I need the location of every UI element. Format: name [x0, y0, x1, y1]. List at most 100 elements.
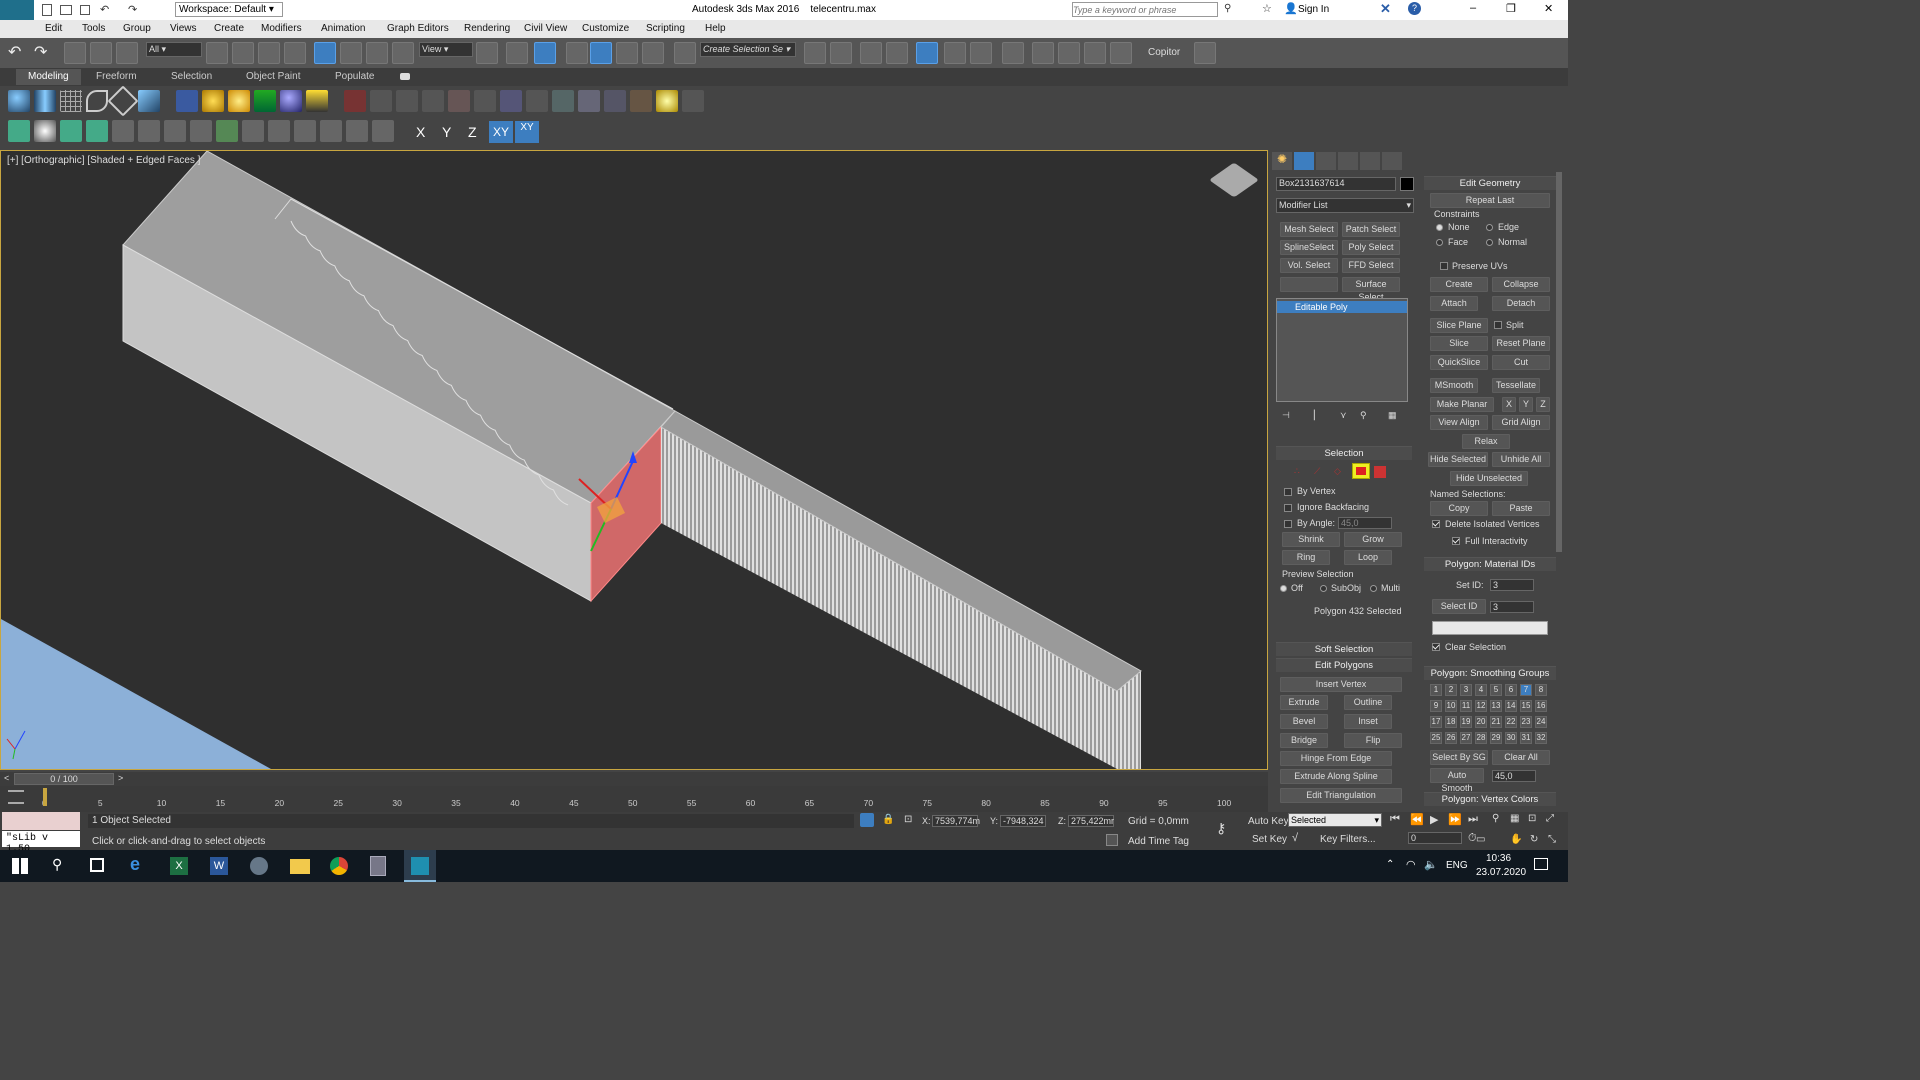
smoothing-group-9[interactable]: 9 [1430, 700, 1442, 712]
smoothing-group-20[interactable]: 20 [1475, 716, 1487, 728]
select-id-button[interactable]: Select ID [1432, 599, 1486, 614]
twist-icon[interactable] [422, 90, 444, 112]
vertex-colors-header[interactable]: Polygon: Vertex Colors [1424, 792, 1556, 806]
object-name-field[interactable]: Box2131637614 [1276, 177, 1396, 191]
close-icon[interactable]: ✕ [1544, 2, 1553, 15]
display-tab-icon[interactable] [1360, 152, 1380, 170]
list-icon[interactable] [682, 90, 704, 112]
object-color-swatch[interactable] [1400, 177, 1414, 191]
axis-x-button[interactable]: X [416, 124, 425, 140]
edit-polygons-rollout-header[interactable]: Edit Polygons [1276, 658, 1412, 672]
smoothing-group-30[interactable]: 30 [1505, 732, 1517, 744]
bulb-icon[interactable] [372, 120, 394, 142]
star-icon[interactable]: ☆ [1262, 2, 1272, 15]
curve-editor-icon[interactable] [944, 42, 966, 64]
tab-object-paint[interactable]: Object Paint [246, 71, 300, 82]
go-to-start-icon[interactable]: ⏮ [1390, 813, 1400, 826]
scale-icon[interactable] [366, 42, 388, 64]
prev-frame-icon[interactable]: < [4, 773, 9, 783]
y-coord-field[interactable]: -7948,324 [1000, 815, 1046, 827]
unhide-all-button[interactable]: Unhide All [1492, 452, 1550, 467]
line-icon[interactable] [86, 90, 108, 112]
ring-button[interactable]: Ring [1282, 550, 1330, 565]
smoothing-group-13[interactable]: 13 [1490, 700, 1502, 712]
capture-icon[interactable] [242, 120, 264, 142]
patch-select-button[interactable]: Patch Select [1342, 222, 1400, 237]
rendered-frame-icon[interactable] [1058, 42, 1080, 64]
xyz-icon[interactable] [630, 90, 652, 112]
fountain-icon[interactable] [306, 90, 328, 112]
move-icon[interactable] [314, 42, 336, 64]
preserve-uvs-checkbox[interactable] [1440, 262, 1448, 270]
isolate-icon[interactable] [860, 813, 874, 827]
viewport-orthographic[interactable]: [+] [Orthographic] [Shaded + Edged Faces… [0, 150, 1268, 770]
material-editor-icon[interactable] [1002, 42, 1024, 64]
border-mode-icon[interactable]: ◇ [1334, 466, 1346, 478]
selection-filter-dropdown[interactable]: All ▾ [146, 42, 202, 57]
edit-triangulation-button[interactable]: Edit Triangulation [1280, 788, 1402, 803]
preview-off-radio[interactable] [1280, 585, 1287, 592]
excel-icon[interactable]: X [170, 857, 188, 875]
reset-plane-button[interactable]: Reset Plane [1492, 336, 1550, 351]
smoothing-group-6[interactable]: 6 [1505, 684, 1517, 696]
layer-explorer-icon[interactable] [860, 42, 882, 64]
render-setup-icon[interactable] [1032, 42, 1054, 64]
bridge-button[interactable]: Bridge [1280, 733, 1328, 748]
viewport-icon[interactable] [268, 120, 290, 142]
crowd-icon[interactable] [86, 120, 108, 142]
modify-tab-icon[interactable] [1294, 152, 1314, 170]
ignore-backfacing-checkbox[interactable] [1284, 504, 1292, 512]
camera-target-icon[interactable] [176, 90, 198, 112]
by-angle-checkbox[interactable] [1284, 520, 1292, 528]
polygon-mode-icon[interactable] [1352, 463, 1370, 479]
smoothing-group-1[interactable]: 1 [1430, 684, 1442, 696]
volume-icon[interactable]: 🔈 [1424, 858, 1438, 871]
set-key-curve-icon[interactable]: √ [1292, 832, 1298, 844]
axis-z-button[interactable]: Z [468, 124, 477, 140]
material-name-dropdown[interactable] [1432, 621, 1548, 635]
planar-x-button[interactable]: X [1502, 397, 1516, 412]
time-tag-icon[interactable] [1106, 834, 1118, 846]
smoothing-group-15[interactable]: 15 [1520, 700, 1532, 712]
axis-xy-button[interactable]: XY [489, 121, 513, 143]
smoothing-group-25[interactable]: 25 [1430, 732, 1442, 744]
set-key-button[interactable]: Set Key [1252, 834, 1287, 845]
menu-help[interactable]: Help [705, 23, 726, 34]
smoothing-group-28[interactable]: 28 [1475, 732, 1487, 744]
current-frame-marker[interactable] [43, 788, 47, 806]
planar-y-button[interactable]: Y [1519, 397, 1533, 412]
calculator-icon[interactable] [370, 856, 386, 876]
scene-geometry[interactable] [1, 151, 1267, 769]
remove-modifier-icon[interactable]: ⚲ [1360, 410, 1367, 421]
edge-browser-icon[interactable]: e [130, 854, 140, 875]
paste-button[interactable]: Paste [1492, 501, 1550, 516]
ref-coord-dropdown[interactable]: View ▾ [419, 42, 473, 57]
smoothing-group-7[interactable]: 7 [1520, 684, 1532, 696]
smoothing-group-11[interactable]: 11 [1460, 700, 1472, 712]
omni-light-icon[interactable] [34, 120, 56, 142]
language-indicator[interactable]: ENG [1446, 860, 1468, 871]
smoothing-group-4[interactable]: 4 [1475, 684, 1487, 696]
smoothing-group-19[interactable]: 19 [1460, 716, 1472, 728]
exchange-icon[interactable]: ✕ [1380, 1, 1391, 17]
make-unique-icon[interactable]: ⋎ [1340, 410, 1347, 421]
bevel-button[interactable]: Bevel [1280, 714, 1328, 729]
frame-icon[interactable] [320, 120, 342, 142]
smoothing-group-18[interactable]: 18 [1445, 716, 1457, 728]
hinge-from-edge-button[interactable]: Hinge From Edge [1280, 751, 1392, 766]
motion-tab-icon[interactable] [1338, 152, 1358, 170]
spline-select-button[interactable]: SplineSelect [1280, 240, 1338, 255]
lattice-icon[interactable] [552, 90, 574, 112]
keyboard-override-icon[interactable] [534, 42, 556, 64]
grid-align-button[interactable]: Grid Align [1492, 415, 1550, 430]
layer-manager-icon[interactable] [886, 42, 908, 64]
by-angle-input[interactable]: 45,0 [1338, 517, 1392, 529]
menu-scripting[interactable]: Scripting [646, 23, 685, 34]
constraint-none-radio[interactable] [1436, 224, 1443, 231]
track-bar[interactable]: 0510152025303540455055606570758085909510… [0, 786, 1268, 812]
key-mode-dropdown[interactable]: Selected ▾ [1288, 813, 1382, 827]
slice-plane-button[interactable]: Slice Plane [1430, 318, 1488, 333]
percent-snap-icon[interactable] [616, 42, 638, 64]
edit-geometry-header[interactable]: Edit Geometry [1424, 176, 1556, 190]
viewport-label[interactable]: [+] [Orthographic] [Shaded + Edged Faces… [7, 155, 200, 166]
